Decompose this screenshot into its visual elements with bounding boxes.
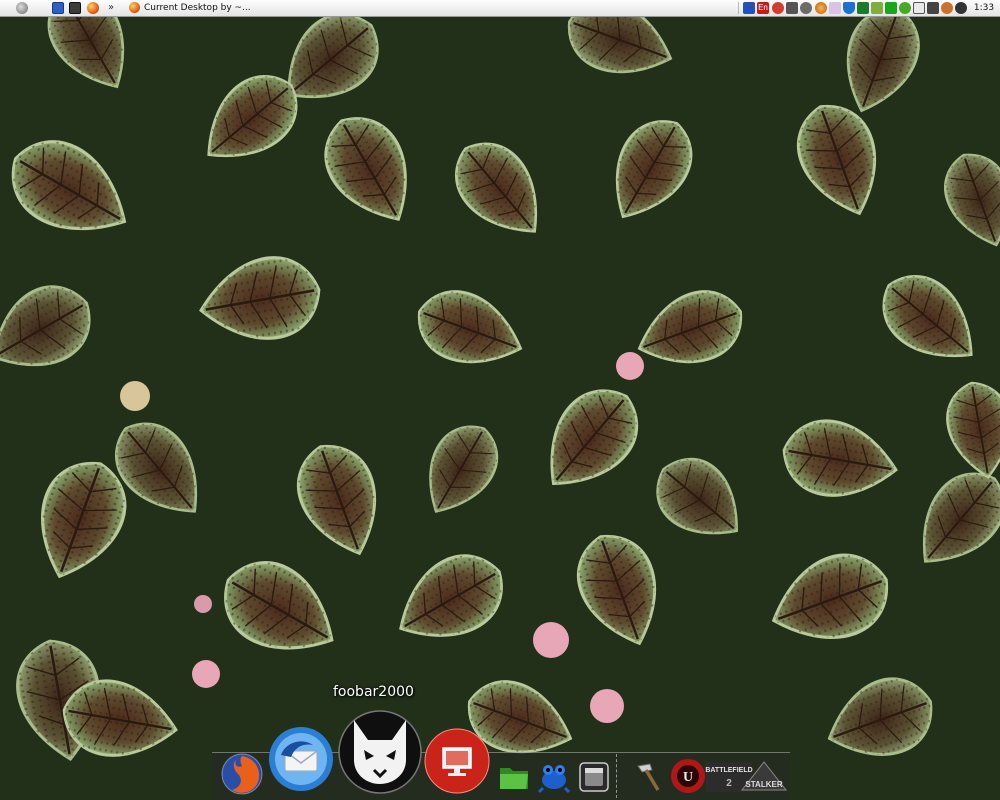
speaker-icon[interactable] — [871, 2, 883, 14]
chat-icon[interactable] — [913, 2, 925, 14]
dock-hover-label: foobar2000 — [333, 684, 414, 700]
alien-icon[interactable] — [786, 2, 798, 14]
hammer-dock-icon[interactable] — [630, 758, 666, 794]
taskbar-window-title: Current Desktop by ~... — [144, 3, 251, 13]
svg-text:2: 2 — [726, 778, 732, 789]
leaf-icon[interactable] — [857, 2, 869, 14]
shield-icon[interactable] — [843, 2, 855, 14]
desktop-wallpaper — [0, 0, 1000, 800]
clock[interactable]: 1:33 — [970, 0, 998, 16]
web-icon[interactable] — [941, 2, 953, 14]
stalker-logo-text: STALKER — [745, 780, 782, 789]
folder-dock-icon[interactable] — [497, 760, 531, 794]
svg-text:U: U — [683, 770, 693, 785]
language-icon[interactable]: En — [757, 2, 769, 14]
unreal-dock-icon[interactable]: U — [668, 756, 708, 796]
apple-icon[interactable] — [16, 2, 28, 14]
shell-icon[interactable] — [69, 2, 81, 14]
firefox-dock-icon[interactable] — [220, 752, 264, 796]
battery-icon[interactable] — [885, 2, 897, 14]
network-icon[interactable] — [927, 2, 939, 14]
quick-launch-overflow-chevron[interactable]: » — [108, 0, 114, 16]
blue-frog-dock-icon[interactable] — [537, 760, 571, 794]
swirl-icon[interactable] — [815, 2, 827, 14]
windows-explorer-icon[interactable] — [52, 2, 64, 14]
butterfly-icon[interactable] — [829, 2, 841, 14]
gear-icon[interactable] — [800, 2, 812, 14]
frog-icon[interactable] — [899, 2, 911, 14]
stalker-dock-icon[interactable]: STALKER — [738, 760, 790, 796]
remote-desktop-dock-icon[interactable] — [424, 728, 490, 794]
taskbar-window-button[interactable]: Current Desktop by ~... — [124, 0, 320, 16]
firefox-icon — [129, 2, 140, 13]
red-circle-icon[interactable] — [772, 2, 784, 14]
thunderbird-dock-icon[interactable] — [267, 725, 335, 793]
window-dock-icon[interactable] — [577, 760, 611, 794]
top-taskbar: » Current Desktop by ~... En 1:33 — [0, 0, 1000, 17]
tray-separator — [738, 2, 739, 14]
dock-divider — [616, 754, 617, 798]
foobar2000-dock-icon[interactable] — [338, 710, 422, 794]
firefox-icon[interactable] — [87, 2, 99, 14]
bug-icon[interactable] — [955, 2, 967, 14]
blue-app-icon[interactable] — [743, 2, 755, 14]
